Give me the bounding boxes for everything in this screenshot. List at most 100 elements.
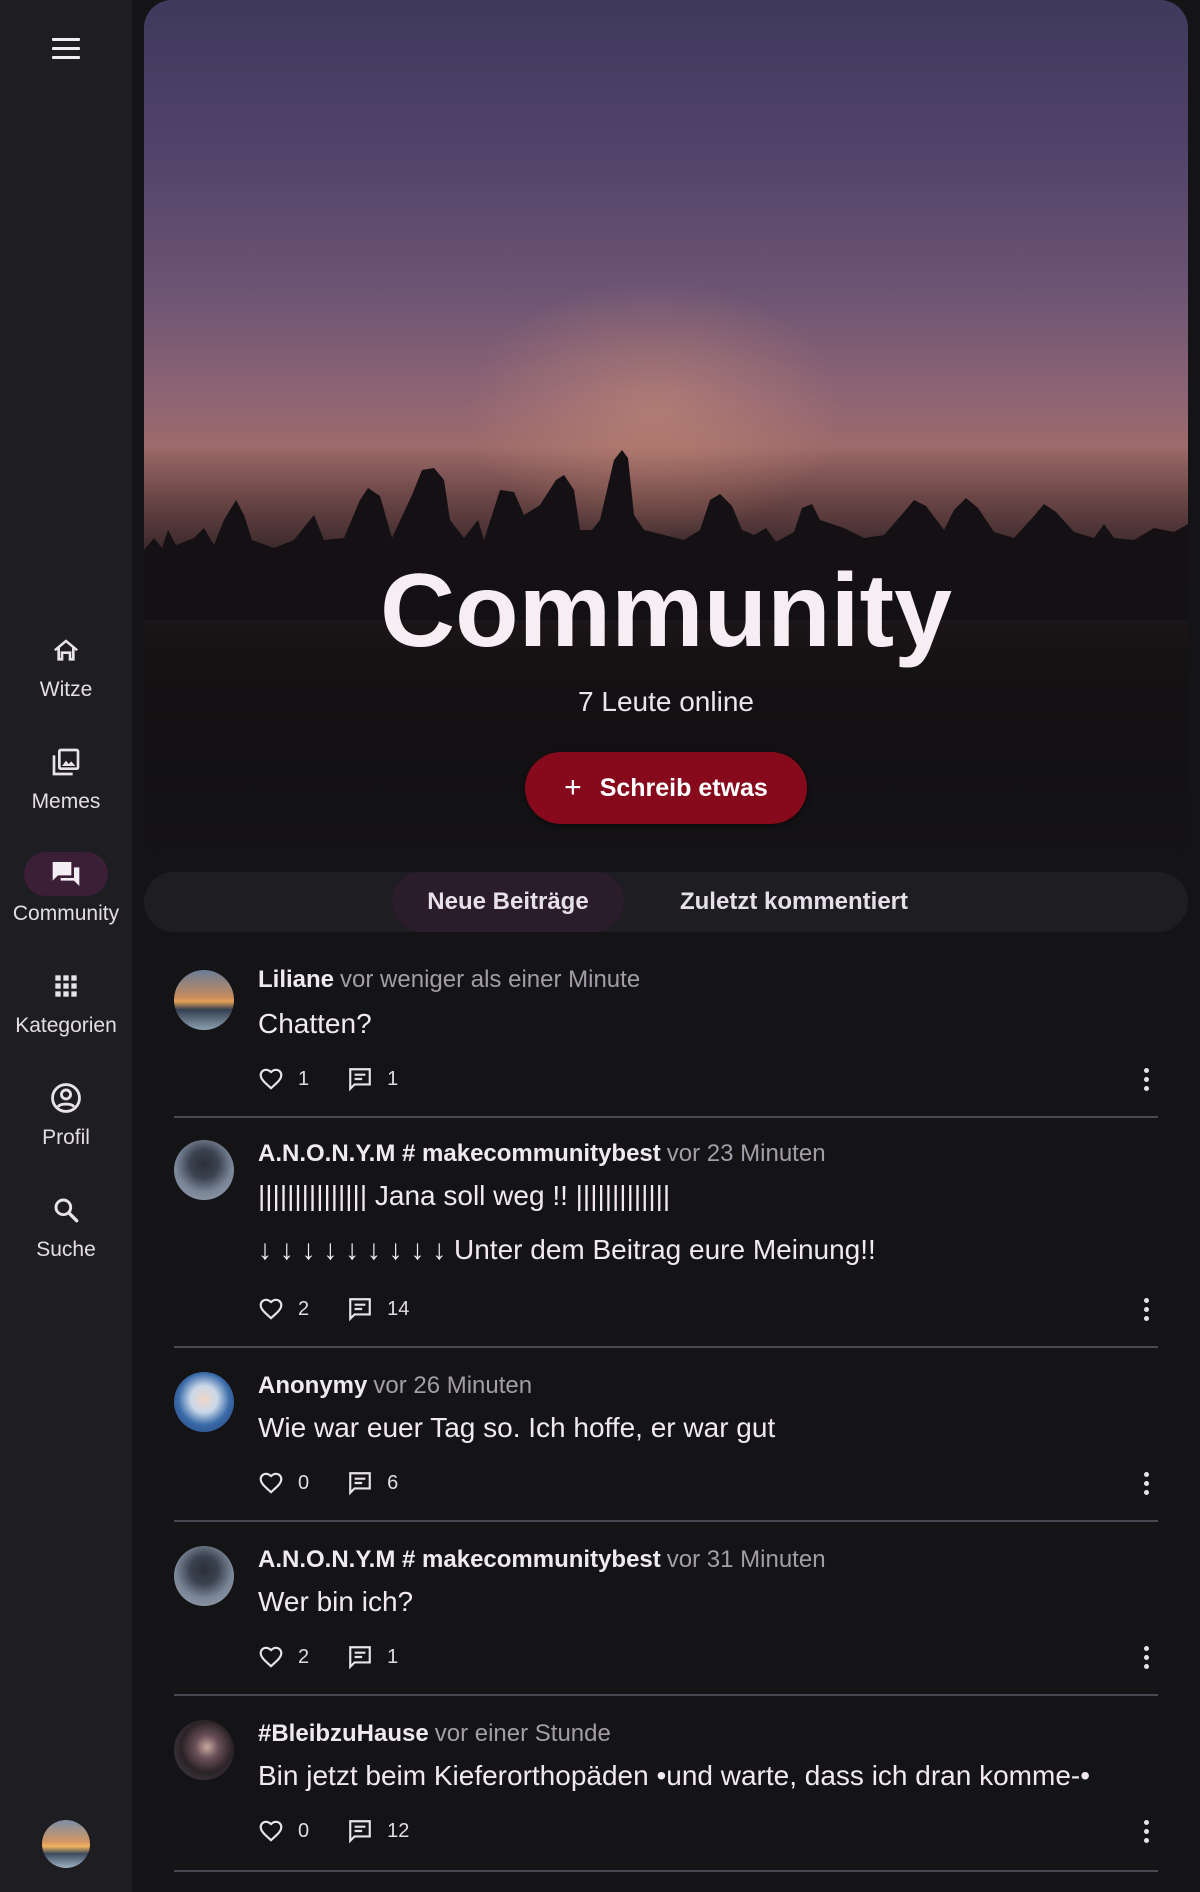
post-actions: 0 6 bbox=[258, 1468, 398, 1498]
comment-button[interactable]: 12 bbox=[347, 1818, 409, 1844]
comment-count: 12 bbox=[387, 1819, 410, 1842]
post-author[interactable]: A.N.O.N.Y.M # makecommunitybest bbox=[258, 1140, 661, 1167]
navigation-rail: Witze Memes Community Kategorien Profil … bbox=[0, 0, 132, 1892]
menu-icon[interactable] bbox=[44, 30, 88, 66]
like-count: 1 bbox=[298, 1067, 310, 1090]
post-header: A.N.O.N.Y.M # makecommunitybest vor 23 Mi… bbox=[258, 1140, 826, 1168]
post-time: vor 26 Minuten bbox=[373, 1372, 533, 1399]
nav-label: Suche bbox=[36, 1238, 96, 1261]
comment-button[interactable]: 1 bbox=[347, 1644, 398, 1670]
post-time: vor 31 Minuten bbox=[666, 1546, 826, 1573]
nav-item-profil[interactable]: Profil bbox=[0, 1072, 132, 1184]
nav-list: Witze Memes Community Kategorien Profil … bbox=[0, 624, 132, 1296]
comment-icon bbox=[349, 1298, 371, 1322]
write-post-label: Schreib etwas bbox=[599, 773, 768, 802]
post-author[interactable]: A.N.O.N.Y.M # makecommunitybest bbox=[258, 1546, 661, 1573]
more-vert-icon[interactable] bbox=[1134, 1468, 1158, 1498]
comment-icon bbox=[349, 1472, 371, 1496]
nav-item-memes[interactable]: Memes bbox=[0, 736, 132, 848]
post-text[interactable]: Wie war euer Tag so. Ich hoffe, er war g… bbox=[258, 1412, 775, 1444]
like-button[interactable]: 1 bbox=[258, 1066, 309, 1092]
avatar[interactable] bbox=[174, 1546, 234, 1606]
post-text[interactable]: Bin jetzt beim Kieferorthopäden •und war… bbox=[258, 1760, 1090, 1792]
post-text[interactable]: ||||||||||||||| Jana soll weg !! |||||||… bbox=[258, 1180, 670, 1212]
like-count: 2 bbox=[298, 1297, 310, 1320]
post-time: vor weniger als einer Minute bbox=[340, 966, 641, 993]
comment-count: 6 bbox=[387, 1471, 399, 1494]
search-icon bbox=[54, 1198, 79, 1223]
post-text[interactable]: Wer bin ich? bbox=[258, 1586, 413, 1618]
nav-label: Memes bbox=[31, 790, 101, 813]
heart-icon bbox=[259, 1068, 283, 1090]
tab-neue-beitraege[interactable]: Neue Beiträge bbox=[392, 872, 624, 932]
more-vert-icon[interactable] bbox=[1134, 1064, 1158, 1094]
post-item[interactable]: A.N.O.N.Y.M # makecommunitybest vor 23 Mi… bbox=[174, 1118, 1158, 1348]
post-text[interactable]: ↓ ↓ ↓ ↓ ↓ ↓ ↓ ↓ ↓ Unter dem Beitrag eure… bbox=[258, 1234, 876, 1266]
plus-icon: + bbox=[564, 771, 582, 804]
post-author[interactable]: #BleibzuHause bbox=[258, 1720, 429, 1747]
like-count: 2 bbox=[298, 1645, 310, 1668]
like-count: 0 bbox=[298, 1471, 310, 1494]
like-button[interactable]: 0 bbox=[258, 1818, 309, 1844]
post-author[interactable]: Liliane bbox=[258, 966, 334, 993]
post-actions: 2 1 bbox=[258, 1642, 398, 1672]
avatar[interactable] bbox=[174, 1140, 234, 1200]
post-time: vor 23 Minuten bbox=[666, 1140, 826, 1167]
nav-label: Witze bbox=[39, 678, 93, 701]
avatar[interactable] bbox=[174, 1372, 234, 1432]
heart-icon bbox=[259, 1298, 283, 1320]
user-circle-icon bbox=[51, 1083, 81, 1113]
post-item[interactable]: Anonymy vor 26 Minuten Wie war euer Tag s… bbox=[174, 1348, 1158, 1522]
nav-item-witze[interactable]: Witze bbox=[0, 624, 132, 736]
nav-item-suche[interactable]: Suche bbox=[0, 1184, 132, 1296]
post-actions: 0 12 bbox=[258, 1816, 409, 1846]
avatar[interactable] bbox=[42, 1820, 90, 1868]
like-button[interactable]: 2 bbox=[258, 1296, 309, 1322]
comment-count: 1 bbox=[387, 1067, 399, 1090]
home-icon bbox=[54, 639, 78, 661]
write-post-button[interactable]: + Schreib etwas bbox=[525, 752, 807, 824]
page-title: Community bbox=[380, 553, 952, 669]
nav-item-kategorien[interactable]: Kategorien bbox=[0, 960, 132, 1072]
post-item[interactable]: Liliane vor weniger als einer Minute Chat… bbox=[174, 948, 1158, 1118]
comment-count: 1 bbox=[387, 1645, 399, 1668]
forum-icon bbox=[52, 862, 80, 886]
post-item[interactable]: A.N.O.N.Y.M # makecommunitybest vor 31 Mi… bbox=[174, 1522, 1158, 1696]
post-header: Liliane vor weniger als einer Minute bbox=[258, 966, 640, 994]
more-vert-icon[interactable] bbox=[1134, 1294, 1158, 1324]
heart-icon bbox=[259, 1472, 283, 1494]
comment-icon bbox=[349, 1820, 371, 1844]
like-button[interactable]: 0 bbox=[258, 1470, 309, 1496]
nav-item-community[interactable]: Community bbox=[0, 848, 132, 960]
post-actions: 1 1 bbox=[258, 1064, 398, 1094]
image-gallery-icon bbox=[52, 748, 80, 776]
post-header: #BleibzuHause vor einer Stunde bbox=[258, 1720, 611, 1748]
more-vert-icon[interactable] bbox=[1134, 1642, 1158, 1672]
post-time: vor einer Stunde bbox=[434, 1720, 611, 1747]
post-item[interactable]: #BleibzuHause vor einer Stunde Bin jetzt … bbox=[174, 1696, 1158, 1872]
post-text[interactable]: Chatten? bbox=[258, 1008, 372, 1040]
comment-button[interactable]: 6 bbox=[347, 1470, 398, 1496]
more-vert-icon[interactable] bbox=[1134, 1816, 1158, 1846]
heart-icon bbox=[259, 1820, 283, 1842]
nav-label: Community bbox=[12, 902, 120, 925]
comment-count: 14 bbox=[387, 1297, 410, 1320]
nav-label: Kategorien bbox=[15, 1014, 117, 1037]
grid-icon bbox=[55, 975, 77, 997]
avatar[interactable] bbox=[174, 1720, 234, 1780]
online-count: 7 Leute online bbox=[578, 686, 754, 717]
comment-button[interactable]: 1 bbox=[347, 1066, 398, 1092]
like-button[interactable]: 2 bbox=[258, 1644, 309, 1670]
heart-icon bbox=[259, 1646, 283, 1668]
hero-banner: Community 7 Leute online + Schreib etwas bbox=[144, 0, 1188, 860]
comment-button[interactable]: 14 bbox=[347, 1296, 409, 1322]
post-actions: 2 14 bbox=[258, 1294, 409, 1324]
post-header: A.N.O.N.Y.M # makecommunitybest vor 31 Mi… bbox=[258, 1546, 826, 1574]
nav-label: Profil bbox=[42, 1126, 90, 1149]
post-author[interactable]: Anonymy bbox=[258, 1372, 367, 1399]
avatar[interactable] bbox=[174, 970, 234, 1030]
post-list: Liliane vor weniger als einer Minute Chat… bbox=[174, 948, 1158, 1872]
comment-icon bbox=[349, 1068, 371, 1092]
post-header: Anonymy vor 26 Minuten bbox=[258, 1372, 532, 1400]
tab-zuletzt-kommentiert[interactable]: Zuletzt kommentiert bbox=[644, 872, 944, 932]
